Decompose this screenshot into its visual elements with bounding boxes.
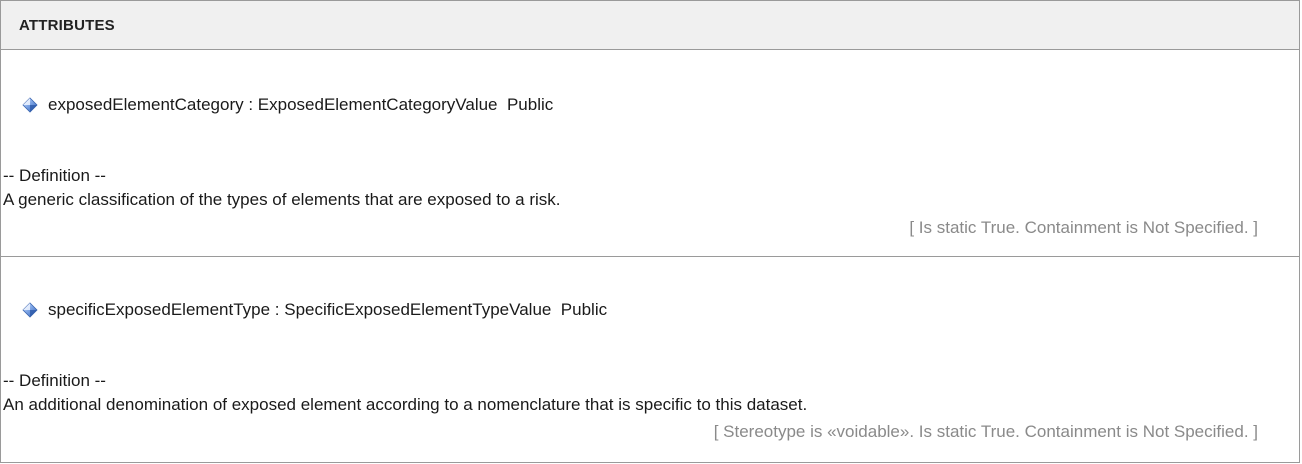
attribute-row: specificExposedElementType : SpecificExp… (1, 257, 1299, 462)
attribute-signature: exposedElementCategory : ExposedElementC… (48, 95, 554, 114)
attribute-signature: specificExposedElementType : SpecificExp… (48, 300, 608, 319)
attributes-header: ATTRIBUTES (1, 1, 1299, 50)
attribute-properties: [ Is static True. Containment is Not Spe… (909, 218, 1258, 237)
attribute-signature-line: exposedElementCategory : ExposedElementC… (22, 95, 553, 115)
definition-text: An additional denomination of exposed el… (3, 395, 808, 414)
definition-label: -- Definition -- (3, 371, 106, 390)
definition-label: -- Definition -- (3, 166, 106, 185)
attributes-table: ATTRIBUTES exposedElementCategory : Expo… (0, 0, 1300, 463)
attribute-signature-line: specificExposedElementType : SpecificExp… (22, 300, 607, 320)
definition-text: A generic classification of the types of… (3, 190, 561, 209)
attribute-row: exposedElementCategory : ExposedElementC… (1, 50, 1299, 257)
attributes-header-title: ATTRIBUTES (19, 16, 115, 34)
attribute-properties: [ Stereotype is «voidable». Is static Tr… (713, 422, 1258, 441)
attribute-gem-icon (22, 302, 38, 318)
attribute-gem-icon (22, 97, 38, 113)
